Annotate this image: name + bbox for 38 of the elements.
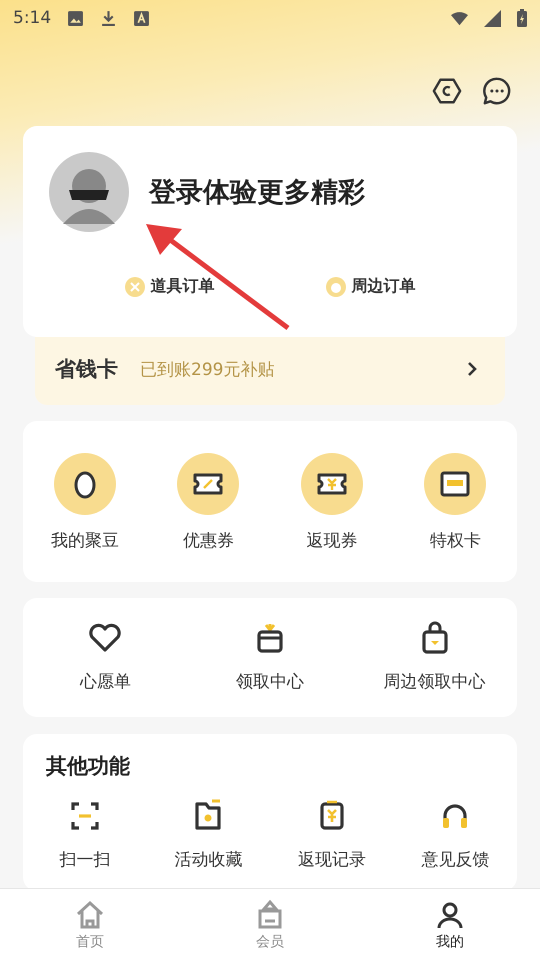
quick-link[interactable]: 心愿单 xyxy=(23,620,188,693)
download-icon xyxy=(100,10,118,26)
function-item[interactable]: 意见反馈 xyxy=(394,798,517,871)
function-item[interactable]: 活动收藏 xyxy=(146,798,270,871)
status-time: 5:14 xyxy=(13,8,52,28)
savings-card[interactable]: 省钱卡 已到账299元补贴 xyxy=(35,337,505,405)
savings-title: 省钱卡 xyxy=(55,356,118,383)
function-item[interactable]: 扫一扫 xyxy=(23,798,146,871)
battery-icon xyxy=(517,9,527,27)
signal-icon xyxy=(484,10,501,26)
savings-subtitle: 已到账299元补贴 xyxy=(140,358,274,380)
message-icon[interactable] xyxy=(482,76,512,106)
nav-tab[interactable]: 我的 xyxy=(360,889,540,960)
asset-item[interactable]: 优惠券 xyxy=(146,453,270,552)
quick-link[interactable]: 周边领取中心 xyxy=(352,620,517,693)
function-item[interactable]: 返现记录 xyxy=(270,798,394,871)
coupon-icon xyxy=(177,453,240,515)
cash-coupon-icon xyxy=(300,453,363,515)
nav-tab[interactable]: 会员 xyxy=(180,889,360,960)
coin-icon[interactable] xyxy=(432,76,462,106)
nav-tab[interactable]: 首页 xyxy=(0,889,180,960)
bean-icon xyxy=(54,453,116,515)
asset-item[interactable]: 特权卡 xyxy=(394,453,517,552)
wifi-icon xyxy=(451,10,468,26)
vip-card-icon xyxy=(424,453,486,515)
login-prompt[interactable]: 登录体验更多精彩 xyxy=(149,174,365,210)
chevron-right-icon xyxy=(467,361,477,377)
tools-icon xyxy=(124,276,144,296)
asset-item[interactable]: 返现券 xyxy=(270,453,394,552)
image-icon xyxy=(67,10,84,26)
home-icon xyxy=(74,898,106,930)
section-title: 其他功能 xyxy=(45,753,131,780)
order-link[interactable]: 周边订单 xyxy=(326,276,416,297)
quick-link[interactable]: 领取中心 xyxy=(188,620,352,693)
asset-item[interactable]: 我的聚豆 xyxy=(23,453,146,552)
avatar[interactable] xyxy=(49,152,129,232)
order-link[interactable]: 道具订单 xyxy=(124,276,214,297)
font-icon xyxy=(133,10,150,26)
